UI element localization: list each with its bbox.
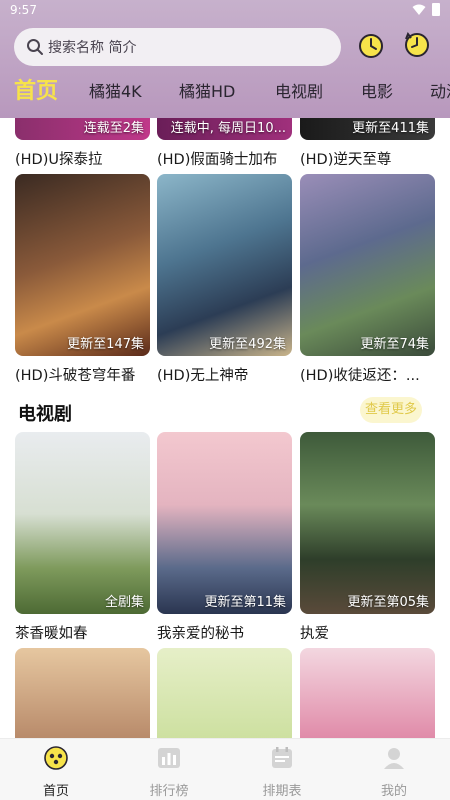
nav-schedule[interactable]: 排期表 — [242, 745, 322, 799]
main-content: 连载至2集 (HD)U探泰拉 连载中, 每周日10... (HD)假面骑士加布 … — [0, 118, 450, 738]
media-card[interactable] — [15, 648, 150, 738]
poster: 更新至147集 — [15, 174, 150, 356]
poster: 连载中, 每周日10... — [157, 118, 292, 140]
tab-anime[interactable]: 动漫 — [430, 74, 450, 110]
media-card[interactable]: 更新至74集 (HD)收徒返还：... — [300, 174, 435, 385]
poster: 更新至第11集 — [157, 432, 292, 614]
home-icon — [44, 746, 68, 770]
media-card[interactable]: 更新至492集 (HD)无上神帝 — [157, 174, 292, 385]
poster: 更新至74集 — [300, 174, 435, 356]
tab-home[interactable]: 首页 — [14, 74, 58, 110]
poster — [15, 648, 150, 738]
download-clock-icon[interactable] — [356, 30, 386, 60]
battery-icon — [432, 3, 440, 16]
tab-hd[interactable]: 橘猫HD — [179, 74, 235, 110]
bottom-navigation: 首页 排行榜 排期表 我的 — [0, 738, 450, 800]
media-card[interactable]: 连载中, 每周日10... (HD)假面骑士加布 — [157, 118, 292, 169]
category-tabs: 首页 橘猫4K 橘猫HD 电视剧 电影 动漫 — [0, 74, 450, 110]
poster: 连载至2集 — [15, 118, 150, 140]
media-card[interactable]: 更新至第11集 我亲爱的秘书 — [157, 432, 292, 643]
search-icon — [27, 39, 43, 55]
see-more-button[interactable]: 查看更多 — [360, 397, 422, 423]
media-card[interactable]: 连载至2集 (HD)U探泰拉 — [15, 118, 150, 169]
poster — [300, 648, 435, 738]
history-clock-icon[interactable] — [402, 30, 432, 60]
poster: 更新至第05集 — [300, 432, 435, 614]
search-bar[interactable]: 搜索名称 简介 — [14, 28, 341, 66]
user-icon — [384, 748, 404, 769]
search-placeholder: 搜索名称 简介 — [48, 40, 137, 56]
poster: 更新至411集 — [300, 118, 435, 140]
calendar-icon — [272, 747, 292, 768]
tab-tv[interactable]: 电视剧 — [275, 74, 323, 110]
media-card[interactable]: 全剧集 茶香暖如春 — [15, 432, 150, 643]
poster: 全剧集 — [15, 432, 150, 614]
status-bar: 9:57 — [0, 0, 450, 22]
nav-ranking[interactable]: 排行榜 — [129, 745, 209, 799]
top-header: 9:57 搜索名称 简介 首页 橘猫4K 橘猫HD 电视剧 电影 动漫 — [0, 0, 450, 118]
nav-home[interactable]: 首页 — [16, 745, 96, 799]
tab-4k[interactable]: 橘猫4K — [89, 74, 142, 110]
chart-icon — [158, 748, 180, 768]
poster: 更新至492集 — [157, 174, 292, 356]
media-card[interactable]: 更新至第05集 执爱 — [300, 432, 435, 643]
media-card[interactable] — [157, 648, 292, 738]
section-title: 电视剧 — [18, 404, 72, 425]
status-time: 9:57 — [10, 3, 37, 17]
wifi-icon — [412, 4, 426, 15]
nav-profile[interactable]: 我的 — [354, 745, 434, 799]
media-card[interactable]: 更新至411集 (HD)逆天至尊 — [300, 118, 435, 169]
media-card[interactable]: 更新至147集 (HD)斗破苍穹年番 — [15, 174, 150, 385]
tab-movie[interactable]: 电影 — [361, 74, 393, 110]
media-card[interactable] — [300, 648, 435, 738]
poster — [157, 648, 292, 738]
